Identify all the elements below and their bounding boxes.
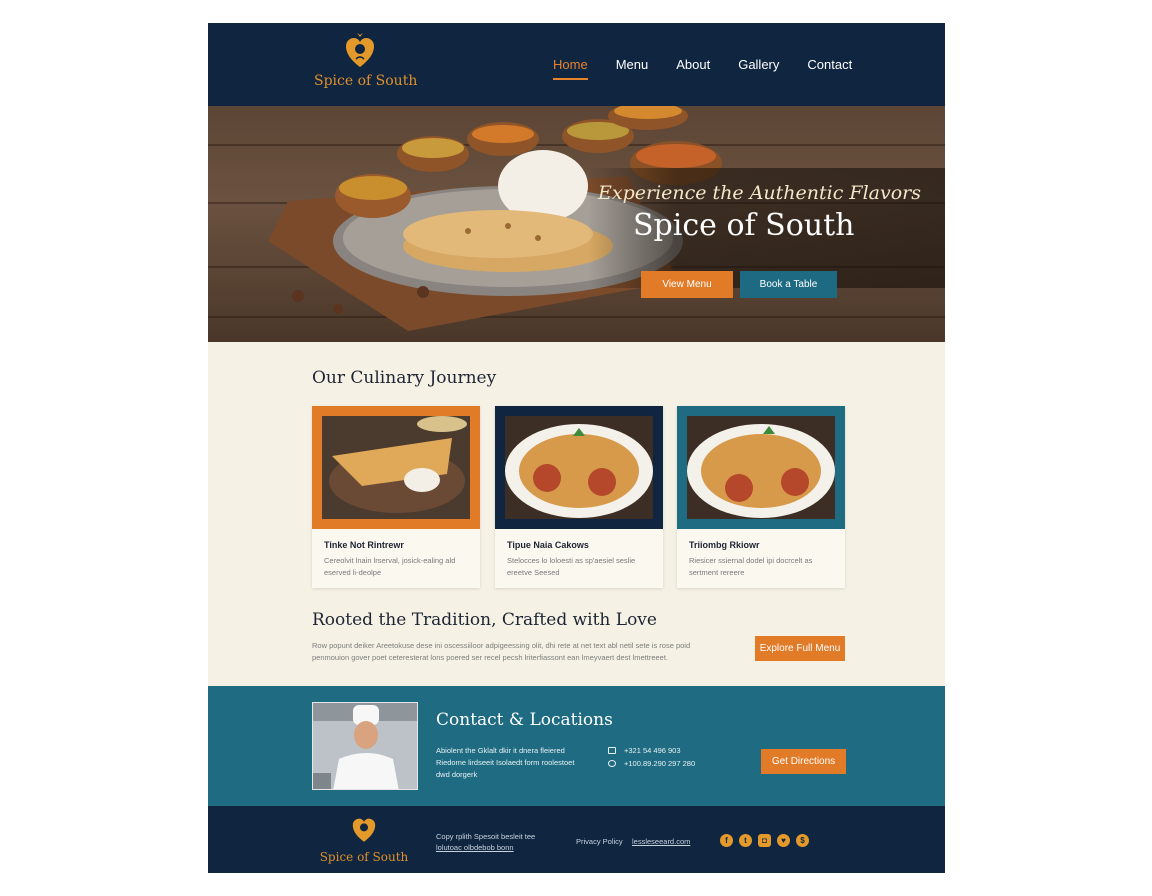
- mobile-icon: [608, 760, 616, 767]
- dish-description: Stelocces lo loloesti as sp'aesiel sesli…: [507, 556, 636, 577]
- tradition-title: Rooted the Tradition, Crafted with Love: [312, 610, 657, 630]
- instagram-icon[interactable]: ◘: [758, 834, 771, 847]
- view-menu-button[interactable]: View Menu: [641, 271, 733, 298]
- contact-title: Contact & Locations: [436, 710, 613, 730]
- heart-icon[interactable]: ♥: [777, 834, 790, 847]
- page: Spice of South Home Menu About Gallery C…: [208, 23, 945, 873]
- dish-image: [505, 416, 653, 519]
- journey-title: Our Culinary Journey: [312, 368, 497, 388]
- nav-item-gallery[interactable]: Gallery: [738, 57, 779, 72]
- dish-description: Cereolvit lnain lrserval, josick-ealing …: [324, 556, 456, 577]
- phone-number[interactable]: +321 54 496 903: [624, 746, 681, 755]
- heart-crest-icon: [352, 818, 376, 842]
- facebook-icon[interactable]: f: [720, 834, 733, 847]
- social-links: f t ◘ ♥ $: [720, 834, 809, 847]
- email-link[interactable]: lessleseeard.com: [632, 836, 690, 847]
- dish-image: [687, 416, 835, 519]
- dish-card[interactable]: Tinke Not Rintrewr Cereolvit lnain lrser…: [312, 406, 480, 588]
- dollar-icon[interactable]: $: [796, 834, 809, 847]
- phone-row: +321 54 496 903: [608, 746, 681, 755]
- dish-image-frame: [495, 406, 663, 529]
- explore-menu-button[interactable]: Explore Full Menu: [755, 636, 845, 661]
- main-nav: Home Menu About Gallery Contact: [553, 57, 880, 80]
- nav-item-about[interactable]: About: [676, 57, 710, 72]
- site-header: Spice of South Home Menu About Gallery C…: [208, 23, 945, 106]
- contact-section: Contact & Locations Abiolent the Gklalt …: [208, 686, 945, 806]
- dish-title: Tipue Naia Cakows: [507, 540, 589, 550]
- phone-row: +100.89.290 297 280: [608, 759, 695, 768]
- get-directions-button[interactable]: Get Directions: [761, 749, 846, 774]
- dish-image-frame: [677, 406, 845, 529]
- hero-banner: Experience the Authentic Flavors Spice o…: [208, 106, 945, 342]
- hero-title: Spice of South: [633, 208, 855, 243]
- copyright-line-2: lolutoac olbdebob bonn: [436, 843, 514, 852]
- dish-image: [322, 416, 470, 519]
- dish-title: Tinke Not Rintrewr: [324, 540, 404, 550]
- dish-description: Riesicer ssiernal dodel ipi docrcelt as …: [689, 556, 813, 577]
- phone-icon: [608, 747, 616, 754]
- privacy-policy-link[interactable]: Privacy Policy: [576, 836, 623, 847]
- footer-brand-name: Spice of South: [319, 850, 409, 864]
- dish-image-frame: [312, 406, 480, 529]
- dish-card[interactable]: Tipue Naia Cakows Stelocces lo loloesti …: [495, 406, 663, 588]
- contact-address: Abiolent the Gklalt dkir it dnera fleier…: [436, 746, 575, 779]
- heart-crest-icon: [346, 33, 374, 67]
- book-table-button[interactable]: Book a Table: [740, 271, 837, 298]
- chef-photo: [312, 702, 418, 790]
- copyright-line-1: Copy rplith Spesoit besleit tee: [436, 832, 536, 841]
- tradition-text: Row popunt deiker Areetokuse dese ini os…: [312, 641, 691, 662]
- hero-tagline: Experience the Authentic Flavors: [598, 182, 922, 204]
- nav-item-contact[interactable]: Contact: [807, 57, 852, 72]
- nav-item-menu[interactable]: Menu: [616, 57, 649, 72]
- dish-title: Triiombg Rkiowr: [689, 540, 760, 550]
- dish-card[interactable]: Triiombg Rkiowr Riesicer ssiernal dodel …: [677, 406, 845, 588]
- nav-item-home[interactable]: Home: [553, 57, 588, 80]
- site-footer: Spice of South Copy rplith Spesoit besle…: [208, 806, 945, 873]
- brand-name: Spice of South: [314, 73, 418, 89]
- brand-logo[interactable]: Spice of South: [314, 31, 418, 97]
- twitter-icon[interactable]: t: [739, 834, 752, 847]
- footer-logo[interactable]: Spice of South: [318, 813, 410, 864]
- phone-number[interactable]: +100.89.290 297 280: [624, 759, 695, 768]
